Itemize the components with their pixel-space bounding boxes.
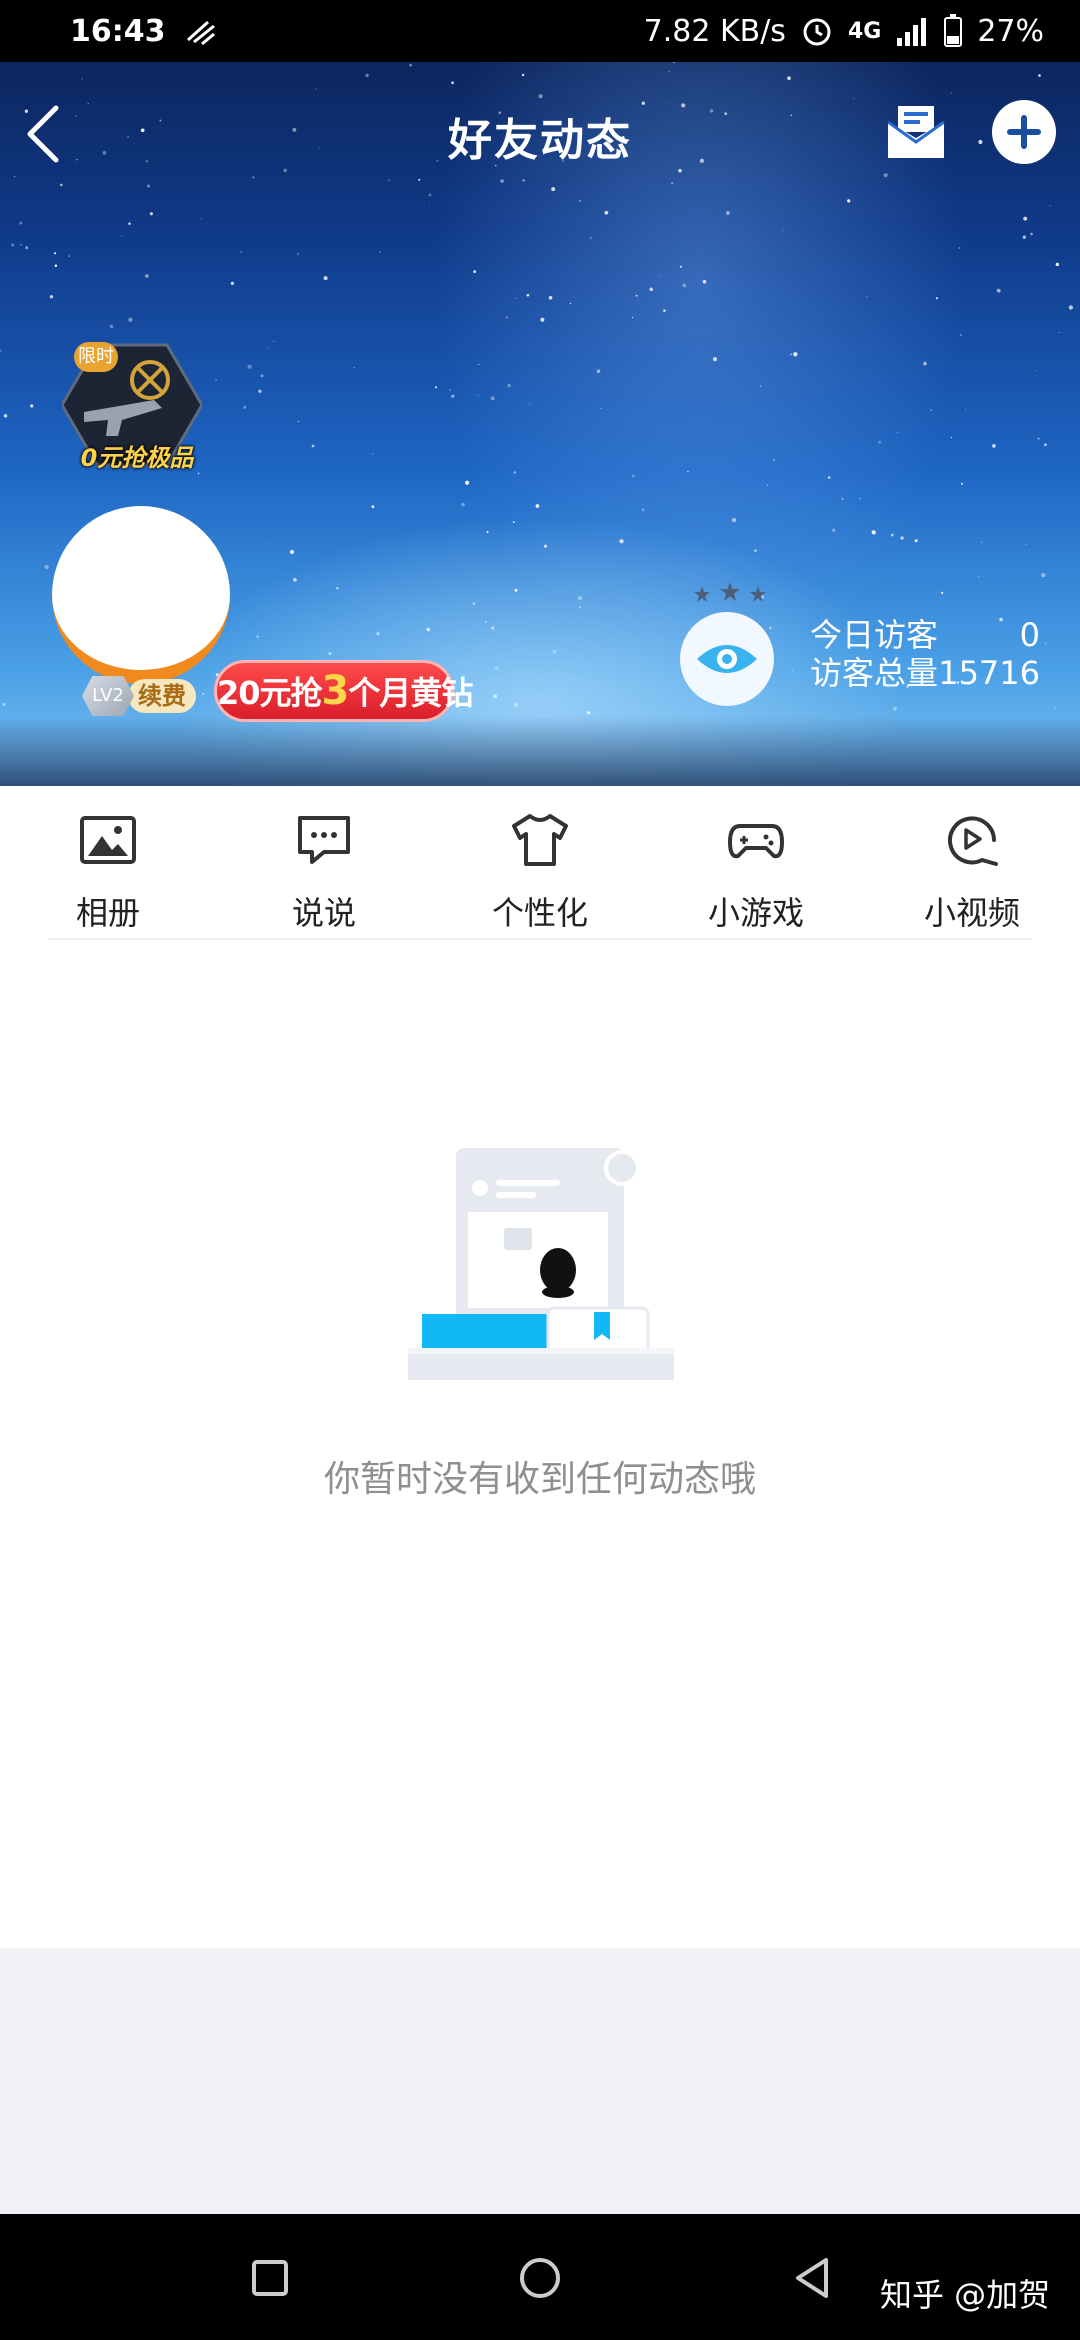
status-bar: 16:43 7.82 KB/s 4G 27% bbox=[0, 0, 1080, 62]
vip-banner-prefix: 20元抢 bbox=[217, 674, 323, 712]
tshirt-icon bbox=[512, 814, 568, 866]
visitor-stats[interactable]: 今日访客 0 访客总量 15716 bbox=[810, 616, 1040, 692]
gamepad-icon bbox=[728, 824, 784, 859]
feature-label: 个性化 bbox=[491, 894, 588, 932]
feature-album[interactable]: 相册 bbox=[18, 786, 198, 940]
avatar[interactable] bbox=[52, 506, 230, 684]
feature-moments[interactable]: 说说 bbox=[234, 786, 414, 940]
feature-label: 说说 bbox=[291, 894, 356, 932]
feature-personalize[interactable]: 个性化 bbox=[450, 786, 630, 940]
feature-short-video[interactable]: 小视频 bbox=[882, 786, 1062, 940]
home-button[interactable] bbox=[516, 2254, 564, 2302]
battery-icon bbox=[943, 14, 963, 48]
back-nav-button[interactable] bbox=[790, 2254, 838, 2302]
add-button[interactable] bbox=[992, 100, 1056, 164]
promo-text: 0元抢极品 bbox=[80, 444, 194, 472]
battery-percent: 27% bbox=[977, 13, 1044, 49]
promo-limited-tag: 限时 bbox=[74, 342, 118, 372]
signal-icon bbox=[895, 16, 929, 46]
plus-icon bbox=[1007, 115, 1041, 149]
watermark-text: 知乎 @加贺 bbox=[880, 2276, 1051, 2314]
top-nav-bar: 好友动态 bbox=[0, 84, 1080, 184]
circle-icon bbox=[520, 2258, 560, 2298]
triangle-back-icon bbox=[796, 2258, 828, 2298]
empty-state-message: 你暂时没有收到任何动态哦 bbox=[323, 1459, 756, 1500]
level-label: LV2 bbox=[82, 676, 134, 716]
feature-games[interactable]: 小游戏 bbox=[666, 786, 846, 940]
net-speed: 7.82 KB/s bbox=[643, 13, 786, 49]
section-divider bbox=[48, 938, 1032, 940]
total-visitors-value: 15716 bbox=[938, 654, 1040, 692]
vip-level-badge[interactable]: LV2 续费 bbox=[82, 676, 202, 716]
feature-shortcuts: 相册 说说 个性化 小游戏 小视频 bbox=[0, 786, 1080, 940]
photo-album-icon bbox=[80, 816, 136, 864]
messages-button[interactable] bbox=[884, 100, 948, 164]
feature-label: 小视频 bbox=[923, 894, 1020, 932]
video-play-icon bbox=[948, 816, 998, 866]
visitors-button[interactable] bbox=[680, 612, 774, 706]
total-visitors-label: 访客总量 bbox=[810, 654, 939, 692]
network-type: 4G bbox=[847, 18, 882, 44]
empty-feed-illustration bbox=[408, 1148, 674, 1380]
notification-icon bbox=[184, 16, 218, 46]
alarm-icon bbox=[800, 14, 834, 48]
footer-gray-area bbox=[0, 1948, 1080, 2214]
status-time: 16:43 bbox=[70, 13, 166, 49]
feature-label: 小游戏 bbox=[707, 894, 804, 932]
mountain-silhouette bbox=[0, 716, 1080, 786]
feature-label: 相册 bbox=[75, 894, 140, 932]
eye-icon bbox=[697, 645, 757, 673]
today-visitors-label: 今日访客 bbox=[810, 616, 939, 654]
vip-banner-suffix: 个月黄钻 bbox=[348, 674, 473, 712]
vip-banner-number: 3 bbox=[321, 668, 350, 714]
rating-stars-icon bbox=[694, 582, 766, 602]
mail-icon bbox=[887, 106, 945, 158]
renew-label: 续费 bbox=[128, 679, 196, 713]
recent-apps-button[interactable] bbox=[246, 2254, 294, 2302]
vip-offer-banner[interactable]: 20元抢3个月黄钻 bbox=[214, 660, 473, 722]
chat-bubble-icon bbox=[298, 816, 350, 864]
today-visitors-value: 0 bbox=[1019, 616, 1040, 654]
square-icon bbox=[252, 2260, 288, 2296]
